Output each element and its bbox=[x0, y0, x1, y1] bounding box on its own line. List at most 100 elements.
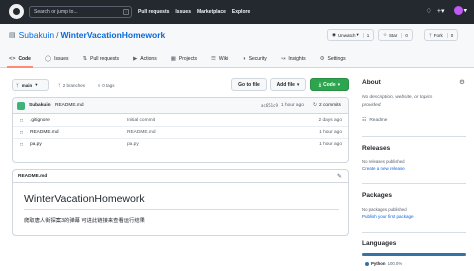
global-nav: Pull requests Issues Marketplace Explore bbox=[138, 0, 256, 24]
commit-author[interactable]: Subakuin bbox=[29, 103, 51, 108]
tab-insights[interactable]: ↝ Insights bbox=[281, 50, 306, 68]
packages-title[interactable]: Packages bbox=[362, 192, 392, 199]
about-description-2: provided. bbox=[362, 103, 382, 108]
fork-button[interactable]: ᛉ Fork 0 bbox=[424, 29, 459, 41]
file-icon: □ bbox=[20, 118, 24, 124]
nav-marketplace[interactable]: Marketplace bbox=[197, 9, 226, 15]
file-commit-message[interactable]: pa.py bbox=[127, 142, 139, 147]
pull-request-icon: ⇅ bbox=[82, 56, 88, 62]
language-item[interactable]: Python 100.0% bbox=[365, 261, 402, 266]
tab-settings[interactable]: ⚙ Settings bbox=[320, 50, 346, 68]
branches-count: 2 branches bbox=[62, 82, 85, 88]
language-name: Python bbox=[371, 261, 386, 266]
packages-text: No packages published bbox=[362, 207, 407, 212]
releases-text: No releases published bbox=[362, 159, 405, 164]
caret-icon: ▾ bbox=[356, 32, 359, 37]
nav-pull-requests[interactable]: Pull requests bbox=[138, 9, 169, 15]
repo-tabs: <> Code ◯ Issues ⇅ Pull requests ▶ Actions ▦… bbox=[7, 50, 360, 68]
file-name[interactable]: README.md bbox=[30, 130, 59, 135]
file-commit-message[interactable]: Initial commit bbox=[127, 118, 155, 123]
star-label: Star bbox=[389, 32, 398, 38]
branches-link[interactable]: ᛉ 2 branches bbox=[58, 79, 85, 91]
branch-icon: ᛉ bbox=[16, 82, 19, 88]
commit-sha[interactable]: ac651c9 bbox=[261, 103, 278, 108]
language-percent: 100.0% bbox=[387, 261, 403, 266]
search-input[interactable]: Search or jump to... / bbox=[29, 6, 132, 18]
commit-message[interactable]: README.md bbox=[55, 103, 84, 108]
readme-link[interactable]: ☷ Readme bbox=[362, 118, 387, 123]
tab-settings-label: Settings bbox=[327, 56, 346, 62]
tab-code[interactable]: <> Code bbox=[7, 50, 33, 68]
chevron-down-icon: ▾ bbox=[296, 81, 300, 88]
eye-icon: ◉ bbox=[332, 32, 336, 37]
file-name[interactable]: pa.py bbox=[30, 142, 42, 147]
shield-icon: ◑ bbox=[242, 56, 246, 62]
fork-count: 0 bbox=[446, 32, 453, 38]
commits-count: 2 commits bbox=[319, 103, 341, 108]
file-row[interactable]: □ README.md README.md 1 hour ago bbox=[13, 127, 348, 139]
releases-title[interactable]: Releases bbox=[362, 145, 390, 152]
search-shortcut-hint: / bbox=[123, 9, 129, 15]
languages-title: Languages bbox=[362, 240, 397, 247]
fork-icon: ᛉ bbox=[429, 32, 432, 38]
file-time: 1 hour ago bbox=[319, 130, 342, 135]
avatar[interactable]: ▾ bbox=[449, 6, 467, 15]
star-button[interactable]: ☆ Star 0 bbox=[378, 29, 413, 41]
nav-issues[interactable]: Issues bbox=[175, 9, 191, 15]
history-icon: ↻ bbox=[313, 103, 318, 108]
file-icon: □ bbox=[20, 130, 24, 136]
tab-actions[interactable]: ▶ Actions bbox=[133, 50, 157, 68]
tab-wiki-label: Wiki bbox=[218, 56, 229, 62]
fork-label: Fork bbox=[433, 32, 443, 38]
tab-wiki[interactable]: ☰ Wiki bbox=[211, 50, 228, 68]
star-count: 0 bbox=[401, 32, 408, 38]
tab-issues[interactable]: ◯ Issues bbox=[45, 50, 69, 68]
nav-explore[interactable]: Explore bbox=[232, 9, 250, 15]
repo-separator: / bbox=[56, 30, 59, 40]
plus-icon[interactable]: +▾ bbox=[437, 7, 445, 15]
tab-security[interactable]: ◑ Security bbox=[242, 50, 266, 68]
tags-link[interactable]: ◊ 0 tags bbox=[98, 79, 115, 91]
file-name[interactable]: .gitignore bbox=[30, 118, 50, 123]
readme-title: WinterVacationHomework bbox=[24, 193, 145, 205]
repo-name-link[interactable]: WinterVacationHomework bbox=[60, 30, 165, 40]
header-actions: ♢ +▾ ▾ bbox=[421, 6, 467, 15]
create-release-link[interactable]: Create a new release bbox=[362, 166, 405, 171]
file-icon: □ bbox=[20, 142, 24, 148]
file-row[interactable]: □ pa.py pa.py 1 hour ago bbox=[13, 139, 348, 151]
commit-time: 1 hour ago bbox=[281, 103, 304, 108]
branch-icon: ᛉ bbox=[58, 82, 61, 88]
chevron-down-icon: ▾ bbox=[35, 82, 38, 87]
language-dot bbox=[365, 261, 369, 266]
code-button[interactable]: ⤓ Code ▾ bbox=[310, 78, 349, 91]
language-bar bbox=[362, 253, 466, 256]
add-file-button[interactable]: Add file ▾ bbox=[270, 78, 306, 91]
wiki-icon: ☰ bbox=[210, 56, 216, 62]
tab-pull-requests-label: Pull requests bbox=[90, 56, 120, 62]
repo-icon: ▤ bbox=[9, 32, 16, 39]
add-file-label: Add file bbox=[276, 81, 295, 88]
branch-select[interactable]: ᛉ main ▾ bbox=[12, 79, 49, 91]
tags-count: 0 tags bbox=[102, 82, 115, 88]
bell-icon[interactable]: ♢ bbox=[426, 7, 432, 15]
file-time: 1 hour ago bbox=[319, 142, 342, 147]
chevron-down-icon: ▾ bbox=[337, 81, 341, 88]
pencil-icon[interactable]: ✎ bbox=[337, 173, 342, 180]
avatar[interactable] bbox=[17, 102, 25, 110]
unwatch-button[interactable]: ◉ Unwatch ▾ 1 bbox=[327, 29, 375, 41]
divider bbox=[24, 209, 339, 210]
file-commit-message[interactable]: README.md bbox=[127, 130, 156, 135]
goto-file-button[interactable]: Go to file bbox=[231, 78, 267, 91]
publish-package-link[interactable]: Publish your first package bbox=[362, 214, 414, 219]
tab-pull-requests[interactable]: ⇅ Pull requests bbox=[83, 50, 120, 68]
commits-link[interactable]: ↻ 2 commits bbox=[313, 103, 341, 108]
github-logo-icon[interactable] bbox=[9, 4, 24, 19]
latest-commit: Subakuin README.md ac651c9 1 hour ago ↻ … bbox=[13, 98, 348, 114]
tab-projects[interactable]: ▦ Projects bbox=[171, 50, 197, 68]
code-label: Code bbox=[323, 81, 336, 88]
tab-code-label: Code bbox=[18, 56, 31, 62]
file-row[interactable]: □ .gitignore Initial commit 2 days ago bbox=[13, 115, 348, 127]
gear-icon[interactable]: ⚙ bbox=[459, 78, 465, 86]
repo-owner-link[interactable]: Subakuin bbox=[19, 30, 54, 40]
branch-name: main bbox=[21, 82, 33, 88]
